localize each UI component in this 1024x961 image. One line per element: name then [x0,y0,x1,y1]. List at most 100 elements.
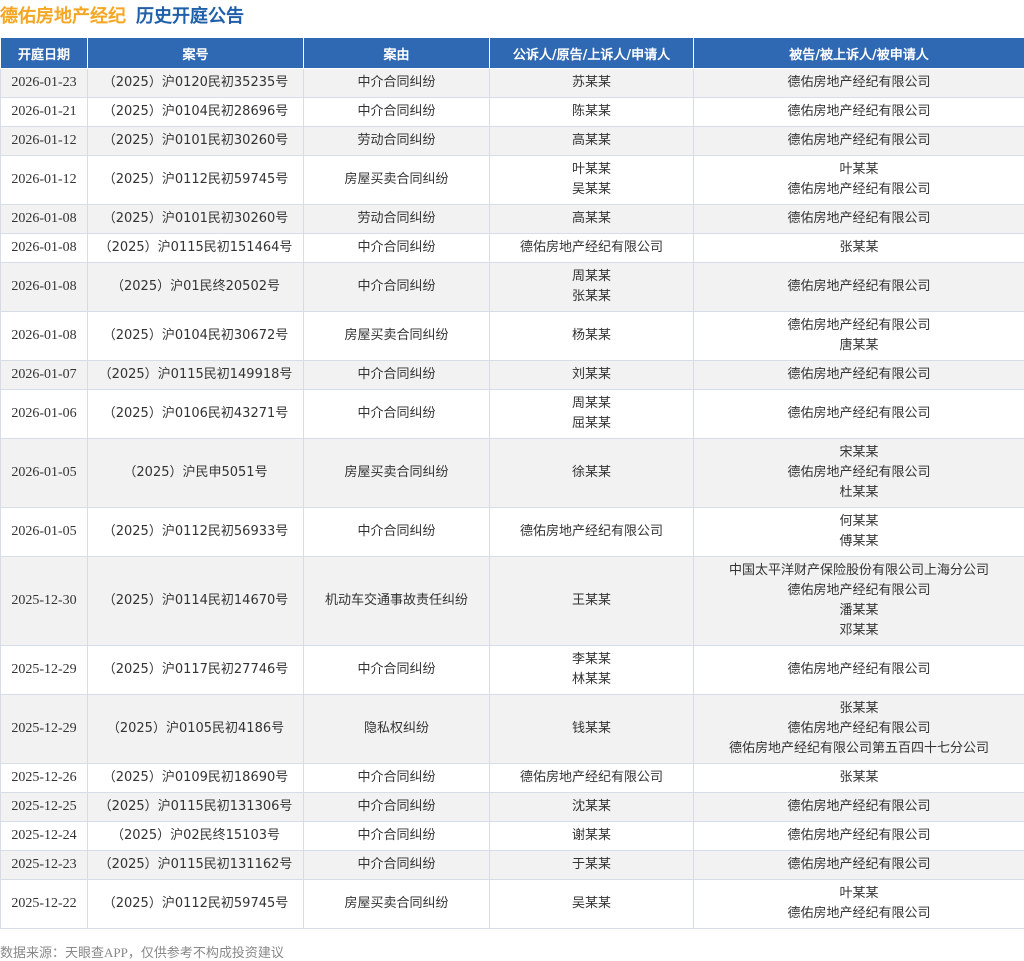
defendant-name: 德佑房地产经纪有限公司 [698,131,1020,151]
hearing-date: 2025-12-30 [1,557,88,646]
defendants-cell: 德佑房地产经纪有限公司 [694,361,1024,390]
table-row: 2025-12-25（2025）沪0115民初131306号中介合同纠纷沈某某德… [1,793,1024,822]
plaintiffs-cell: 杨某某 [490,312,694,361]
hearing-date: 2025-12-25 [1,793,88,822]
table-row: 2025-12-29（2025）沪0105民初4186号隐私权纠纷钱某某张某某德… [1,695,1024,764]
plaintiff-name: 德佑房地产经纪有限公司 [494,238,689,258]
hearing-date: 2025-12-24 [1,822,88,851]
plaintiff-name: 吴某某 [494,894,689,914]
plaintiffs-cell: 德佑房地产经纪有限公司 [490,508,694,557]
column-header-plaintiffs[interactable]: 公诉人/原告/上诉人/申请人 [490,38,694,69]
defendant-name: 德佑房地产经纪有限公司 [698,719,1020,739]
data-source-note: 数据来源：天眼查APP，仅供参考不构成投资建议 [0,942,284,961]
defendants-cell: 德佑房地产经纪有限公司 [694,390,1024,439]
page-header: 德佑房地产经纪 历史开庭公告 [0,0,1024,30]
plaintiffs-cell: 吴某某 [490,880,694,929]
plaintiffs-cell: 高某某 [490,127,694,156]
case-number: （2025）沪0115民初151464号 [88,234,304,263]
plaintiff-name: 德佑房地产经纪有限公司 [494,522,689,542]
case-number: （2025）沪民申5051号 [88,439,304,508]
plaintiff-name: 沈某某 [494,797,689,817]
table-row: 2026-01-08（2025）沪01民终20502号中介合同纠纷周某某张某某德… [1,263,1024,312]
hearing-date: 2025-12-23 [1,851,88,880]
plaintiffs-cell: 高某某 [490,205,694,234]
hearing-date: 2025-12-29 [1,695,88,764]
defendant-name: 宋某某 [698,443,1020,463]
hearing-date: 2026-01-08 [1,263,88,312]
defendants-cell: 德佑房地产经纪有限公司 [694,822,1024,851]
defendant-name: 叶某某 [698,884,1020,904]
defendant-name: 中国太平洋财产保险股份有限公司上海分公司 [698,561,1020,581]
hearing-date: 2026-01-23 [1,69,88,98]
plaintiff-name: 德佑房地产经纪有限公司 [494,768,689,788]
defendant-name: 张某某 [698,768,1020,788]
table-row: 2025-12-24（2025）沪02民终15103号中介合同纠纷谢某某德佑房地… [1,822,1024,851]
plaintiff-name: 高某某 [494,131,689,151]
column-header-case-number[interactable]: 案号 [88,38,304,69]
case-number: （2025）沪0112民初56933号 [88,508,304,557]
case-number: （2025）沪02民终15103号 [88,822,304,851]
defendant-name: 德佑房地产经纪有限公司 [698,365,1020,385]
case-number: （2025）沪01民终20502号 [88,263,304,312]
defendants-cell: 中国太平洋财产保险股份有限公司上海分公司德佑房地产经纪有限公司潘某某邓某某 [694,557,1024,646]
table-row: 2026-01-07（2025）沪0115民初149918号中介合同纠纷刘某某德… [1,361,1024,390]
column-header-cause[interactable]: 案由 [304,38,490,69]
defendants-cell: 德佑房地产经纪有限公司唐某某 [694,312,1024,361]
defendant-name: 德佑房地产经纪有限公司 [698,73,1020,93]
hearing-date: 2026-01-06 [1,390,88,439]
defendant-name: 德佑房地产经纪有限公司 [698,277,1020,297]
plaintiff-name: 林某某 [494,670,689,690]
case-number: （2025）沪0105民初4186号 [88,695,304,764]
hearing-date: 2026-01-05 [1,439,88,508]
defendant-name: 德佑房地产经纪有限公司 [698,581,1020,601]
hearing-table: 开庭日期 案号 案由 公诉人/原告/上诉人/申请人 被告/被上诉人/被申请人 2… [0,37,1024,929]
case-cause: 机动车交通事故责任纠纷 [304,557,490,646]
defendants-cell: 德佑房地产经纪有限公司 [694,263,1024,312]
defendants-cell: 德佑房地产经纪有限公司 [694,793,1024,822]
case-cause: 房屋买卖合同纠纷 [304,156,490,205]
defendants-cell: 德佑房地产经纪有限公司 [694,127,1024,156]
case-cause: 中介合同纠纷 [304,263,490,312]
plaintiff-name: 张某某 [494,287,689,307]
defendant-name: 德佑房地产经纪有限公司 [698,404,1020,424]
hearing-date: 2025-12-22 [1,880,88,929]
defendant-name: 德佑房地产经纪有限公司 [698,102,1020,122]
case-number: （2025）沪0101民初30260号 [88,127,304,156]
plaintiffs-cell: 德佑房地产经纪有限公司 [490,764,694,793]
hearing-date: 2026-01-07 [1,361,88,390]
defendant-name: 德佑房地产经纪有限公司 [698,826,1020,846]
defendant-name: 德佑房地产经纪有限公司 [698,209,1020,229]
column-header-date[interactable]: 开庭日期 [1,38,88,69]
plaintiff-name: 谢某某 [494,826,689,846]
defendant-name: 傅某某 [698,532,1020,552]
defendants-cell: 德佑房地产经纪有限公司 [694,205,1024,234]
case-number: （2025）沪0112民初59745号 [88,880,304,929]
case-number: （2025）沪0104民初30672号 [88,312,304,361]
plaintiff-name: 王某某 [494,591,689,611]
defendant-name: 德佑房地产经纪有限公司 [698,660,1020,680]
company-name: 德佑房地产经纪 [0,2,126,28]
table-body: 2026-01-23（2025）沪0120民初35235号中介合同纠纷苏某某德佑… [1,69,1024,929]
defendant-name: 唐某某 [698,336,1020,356]
plaintiffs-cell: 徐某某 [490,439,694,508]
hearing-date: 2026-01-12 [1,156,88,205]
defendants-cell: 宋某某德佑房地产经纪有限公司杜某某 [694,439,1024,508]
table-row: 2025-12-30（2025）沪0114民初14670号机动车交通事故责任纠纷… [1,557,1024,646]
case-cause: 劳动合同纠纷 [304,205,490,234]
column-header-defendants[interactable]: 被告/被上诉人/被申请人 [694,38,1024,69]
defendant-name: 叶某某 [698,160,1020,180]
plaintiffs-cell: 苏某某 [490,69,694,98]
defendant-name: 德佑房地产经纪有限公司第五百四十七分公司 [698,739,1020,759]
defendant-name: 潘某某 [698,601,1020,621]
case-number: （2025）沪0101民初30260号 [88,205,304,234]
case-cause: 中介合同纠纷 [304,98,490,127]
hearing-date: 2026-01-08 [1,234,88,263]
plaintiff-name: 钱某某 [494,719,689,739]
case-cause: 中介合同纠纷 [304,69,490,98]
hearing-date: 2025-12-29 [1,646,88,695]
table-row: 2026-01-06（2025）沪0106民初43271号中介合同纠纷周某某屈某… [1,390,1024,439]
case-number: （2025）沪0117民初27746号 [88,646,304,695]
case-cause: 房屋买卖合同纠纷 [304,880,490,929]
table-row: 2025-12-22（2025）沪0112民初59745号房屋买卖合同纠纷吴某某… [1,880,1024,929]
case-number: （2025）沪0115民初131162号 [88,851,304,880]
